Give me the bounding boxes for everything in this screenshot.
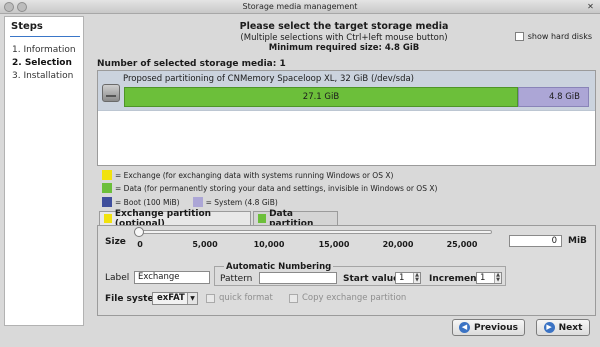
- media-label: Proposed partitioning of CNMemory Spacel…: [123, 74, 414, 84]
- size-label: Size: [105, 237, 126, 247]
- legend-boot-text: = Boot (100 MiB): [115, 197, 180, 207]
- arrow-right-icon: ▶: [543, 322, 555, 333]
- legend-system-text: = System (4.8 GiB): [205, 197, 278, 207]
- legend-exchange-text: = Exchange (for exchanging data with sys…: [115, 170, 394, 180]
- min-size-label: Minimum required size: 4.8 GiB: [268, 43, 420, 53]
- arrow-left-icon: ◀: [458, 322, 470, 333]
- tab-exchange-partition[interactable]: Exchange partition (optional): [99, 209, 251, 229]
- system-partition-bar: 4.8 GiB: [518, 87, 589, 107]
- quick-format-checkbox[interactable]: [206, 293, 215, 303]
- title-bar: Storage media management ✕: [0, 0, 600, 14]
- copy-exchange-option[interactable]: Copy exchange partition: [289, 293, 406, 303]
- previous-label: Previous: [473, 322, 519, 333]
- legend-exchange: = Exchange (for exchanging data with sys…: [102, 170, 393, 180]
- label-input[interactable]: Exchange: [134, 271, 210, 284]
- list-item[interactable]: Proposed partitioning of CNMemory Spacel…: [98, 71, 595, 111]
- slider-tick: 25,000: [446, 240, 478, 249]
- show-hard-disks-toggle[interactable]: show hard disks: [514, 32, 592, 41]
- chevron-down-icon[interactable]: ▼: [187, 293, 197, 304]
- slider-tick: 0: [137, 240, 143, 249]
- data-partition-bar: 27.1 GiB: [124, 87, 518, 107]
- previous-button[interactable]: ◀ Previous: [452, 319, 525, 336]
- tab-data-partition[interactable]: Data partition: [253, 209, 338, 229]
- start-value: 1: [399, 273, 405, 283]
- pattern-input[interactable]: [259, 272, 337, 284]
- main-window: Steps 1. Information 2. Selection 3. Ins…: [0, 14, 600, 347]
- size-unit-label: MiB: [568, 236, 587, 246]
- exchange-partition-panel: Size 0 5,000 10,000 15,000 20,000 25,000…: [97, 225, 596, 316]
- spin-arrows-icon[interactable]: ▲ ▼: [413, 273, 420, 283]
- legend-boot-system: = Boot (100 MiB) = System (4.8 GiB): [102, 197, 288, 207]
- size-slider[interactable]: [139, 230, 492, 234]
- quick-format-label: quick format: [219, 293, 273, 303]
- step-information: 1. Information: [12, 45, 76, 55]
- start-value-label: Start value: [343, 274, 400, 284]
- selection-page: Please select the target storage media (…: [92, 16, 596, 324]
- pattern-label: Pattern: [220, 274, 253, 284]
- copy-exchange-checkbox[interactable]: [289, 293, 298, 303]
- steps-divider: [10, 36, 80, 37]
- show-hard-disks-label: show hard disks: [527, 32, 592, 41]
- exchange-tab-swatch: [104, 214, 112, 223]
- selected-count-label: Number of selected storage media: 1: [97, 59, 286, 69]
- drive-icon: [102, 84, 120, 102]
- page-title: Please select the target storage media: [239, 21, 449, 32]
- size-input[interactable]: 0: [509, 235, 562, 247]
- slider-tick: 20,000: [382, 240, 414, 249]
- boot-swatch: [102, 197, 112, 207]
- storage-media-list[interactable]: Proposed partitioning of CNMemory Spacel…: [97, 70, 596, 166]
- start-value-spinbox[interactable]: 1 ▲ ▼: [395, 272, 421, 284]
- window-title: Storage media management: [242, 2, 358, 11]
- step-selection: 2. Selection: [12, 58, 72, 68]
- system-swatch: [192, 197, 203, 207]
- steps-title: Steps: [11, 21, 43, 32]
- label-label: Label: [105, 273, 130, 283]
- steps-sidebar: Steps 1. Information 2. Selection 3. Ins…: [4, 16, 84, 326]
- next-label: Next: [558, 322, 583, 333]
- spin-arrows-icon[interactable]: ▲ ▼: [494, 273, 501, 283]
- data-swatch: [102, 183, 112, 193]
- size-slider-handle[interactable]: [134, 227, 144, 237]
- exchange-swatch: [102, 170, 112, 180]
- show-hard-disks-checkbox[interactable]: [514, 32, 524, 41]
- close-icon[interactable]: ✕: [585, 1, 596, 12]
- copy-exchange-label: Copy exchange partition: [302, 293, 407, 303]
- data-tab-swatch: [258, 214, 267, 223]
- increment-spinbox[interactable]: 1 ▲ ▼: [476, 272, 502, 284]
- file-system-value: exFAT: [157, 293, 185, 303]
- increment-value: 1: [480, 273, 486, 283]
- slider-tick: 10,000: [253, 240, 285, 249]
- auto-numbering-title: Automatic Numbering: [224, 262, 334, 272]
- slider-tick: 5,000: [192, 240, 218, 249]
- next-button[interactable]: ▶ Next: [536, 319, 590, 336]
- step-installation: 3. Installation: [12, 71, 74, 81]
- quick-format-option[interactable]: quick format: [206, 293, 273, 303]
- legend-data: = Data (for permanently storing your dat…: [102, 183, 437, 193]
- increment-label: Increment: [429, 274, 481, 284]
- legend-data-text: = Data (for permanently storing your dat…: [115, 183, 438, 193]
- file-system-select[interactable]: exFAT ▼: [152, 292, 198, 305]
- slider-tick: 15,000: [318, 240, 350, 249]
